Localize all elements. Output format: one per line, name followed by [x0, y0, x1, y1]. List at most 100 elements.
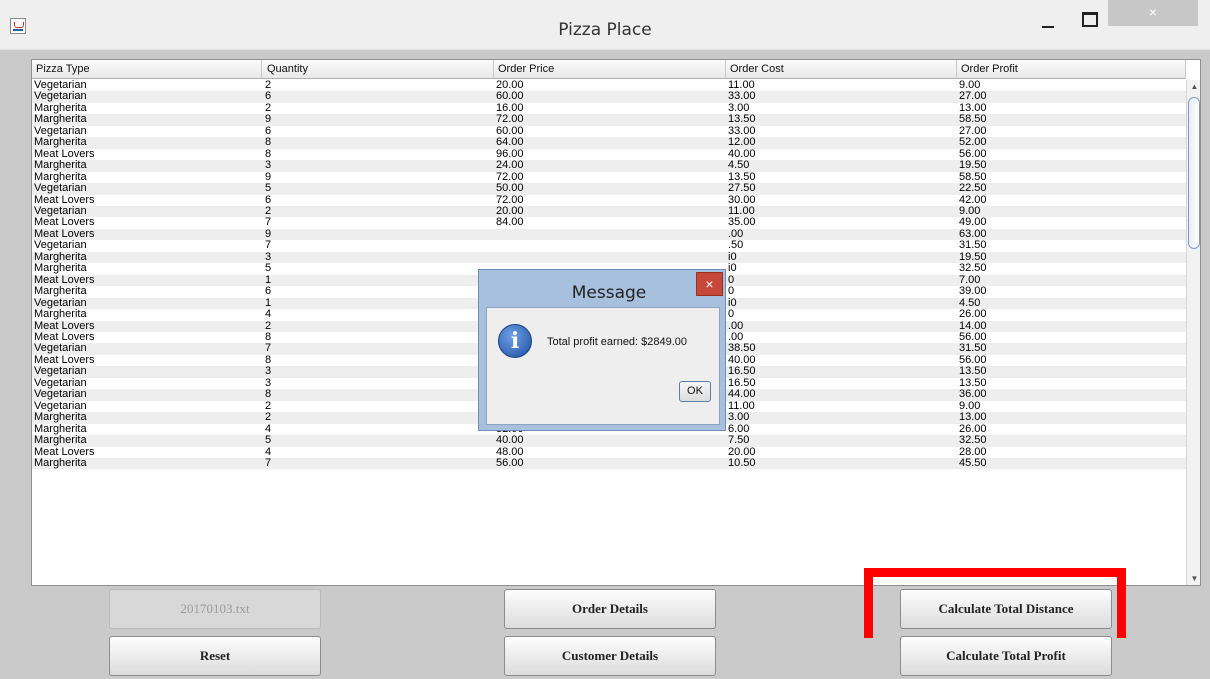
scroll-up-arrow-icon[interactable]: ▲	[1187, 80, 1200, 94]
table-row[interactable]: Vegetarian 5 50.00 27.50 22.50	[32, 183, 1186, 195]
quantity-cell: 3	[265, 251, 272, 263]
order-price-cell	[494, 229, 726, 240]
order-profit-cell: 58.50	[959, 171, 987, 183]
column-header-pizza-type[interactable]: Pizza Type	[32, 60, 262, 79]
order-price-cell: 48.00	[496, 446, 524, 458]
vertical-scrollbar[interactable]: ▲ ▼	[1186, 80, 1200, 585]
order-cost-cell: 16.50	[728, 366, 756, 378]
info-icon: i	[498, 324, 532, 358]
pizza-type-cell: Meat Lovers	[34, 274, 95, 286]
reset-button[interactable]: Reset	[109, 636, 321, 676]
message-dialog: Message × i Total profit earned: $2849.0…	[478, 269, 726, 431]
order-cost-cell: 44.00	[728, 389, 756, 401]
pizza-type-cell: Vegetarian	[34, 389, 87, 401]
order-cost-cell: .00	[728, 320, 744, 332]
quantity-cell: 6	[265, 286, 272, 298]
table-row[interactable]: Margherita 9 72.00 13.50 58.50	[32, 114, 1186, 126]
order-profit-cell: 32.50	[959, 263, 987, 275]
table-row[interactable]: Margherita 9 72.00 13.50 58.50	[32, 172, 1186, 183]
order-profit-cell: 52.00	[959, 137, 987, 149]
order-profit-cell: 27.00	[959, 91, 987, 103]
window-title: Pizza Place	[558, 20, 652, 40]
order-cost-cell: i0	[728, 263, 737, 275]
order-profit-cell: 56.00	[959, 331, 987, 343]
column-header-order-profit[interactable]: Order Profit	[957, 60, 1186, 79]
order-profit-cell: 32.50	[959, 435, 987, 447]
order-price-cell: 20.00	[496, 205, 524, 217]
scrollbar-thumb[interactable]	[1188, 97, 1200, 249]
file-name-button: 20170103.txt	[109, 589, 321, 629]
pizza-type-cell: Margherita	[34, 309, 87, 321]
quantity-cell: 8	[265, 137, 272, 149]
pizza-type-cell: Margherita	[34, 457, 87, 469]
table-row[interactable]: Margherita 2 16.00 3.00 13.00	[32, 103, 1186, 114]
quantity-cell: 7	[265, 240, 272, 252]
maximize-icon[interactable]	[1072, 4, 1102, 30]
order-profit-cell: 14.00	[959, 320, 987, 332]
column-header-quantity[interactable]: Quantity	[263, 60, 494, 79]
quantity-cell: 8	[265, 148, 272, 160]
order-price-cell: 60.00	[496, 125, 524, 137]
order-cost-cell: 11.00	[728, 400, 755, 412]
pizza-type-cell: Margherita	[34, 171, 87, 183]
table-row[interactable]: Meat Lovers 9 .00 63.00	[32, 228, 1186, 241]
table-row[interactable]: Margherita 3 i0 19.50	[32, 251, 1186, 264]
table-row[interactable]: Meat Lovers 6 72.00 30.00 42.00	[32, 195, 1186, 206]
order-price-cell: 56.00	[496, 457, 524, 469]
table-row[interactable]: Margherita 8 64.00 12.00 52.00	[32, 137, 1186, 149]
quantity-cell: 8	[265, 389, 272, 401]
pizza-type-cell: Meat Lovers	[34, 148, 95, 160]
order-profit-cell: 63.00	[959, 228, 987, 240]
minimize-icon[interactable]	[1032, 4, 1062, 30]
table-row[interactable]: Vegetarian 2 20.00 11.00 9.00	[32, 205, 1186, 218]
quantity-cell: 2	[265, 80, 272, 91]
pizza-type-cell: Meat Lovers	[34, 217, 95, 229]
pizza-type-cell: Margherita	[34, 114, 87, 126]
table-row[interactable]: Vegetarian 6 60.00 33.00 27.00	[32, 91, 1186, 103]
table-row[interactable]: Meat Lovers 4 48.00 20.00 28.00	[32, 447, 1186, 458]
table-row[interactable]: Vegetarian 2 20.00 11.00 9.00	[32, 80, 1186, 91]
ok-button[interactable]: OK	[679, 381, 711, 402]
pizza-type-cell: Margherita	[34, 423, 87, 435]
quantity-cell: 4	[265, 446, 272, 458]
window-close-button[interactable]: ×	[1108, 0, 1198, 26]
order-cost-cell: 13.50	[728, 171, 756, 183]
quantity-cell: 3	[265, 366, 272, 378]
customer-details-button[interactable]: Customer Details	[504, 636, 716, 676]
pizza-type-cell: Margherita	[34, 137, 87, 149]
order-price-cell: 72.00	[496, 194, 524, 206]
pizza-type-cell: Vegetarian	[34, 297, 87, 309]
pizza-type-cell: Margherita	[34, 102, 87, 114]
quantity-cell: 3	[265, 377, 272, 389]
order-cost-cell: .00	[728, 331, 744, 343]
order-profit-cell: 49.00	[959, 217, 987, 229]
column-header-order-price[interactable]: Order Price	[494, 60, 726, 79]
pizza-type-cell: Vegetarian	[34, 205, 87, 217]
dialog-message: Total profit earned: $2849.00	[547, 336, 688, 348]
calculate-total-profit-button[interactable]: Calculate Total Profit	[900, 636, 1112, 676]
table-row[interactable]: Meat Lovers 7 84.00 35.00 49.00	[32, 217, 1186, 228]
table-row[interactable]: Margherita 3 24.00 4.50 19.50	[32, 160, 1186, 172]
quantity-cell: 2	[265, 205, 272, 217]
order-cost-cell: 3.00	[728, 102, 750, 114]
quantity-cell: 9	[265, 171, 272, 183]
order-details-button[interactable]: Order Details	[504, 589, 716, 629]
order-profit-cell: 22.50	[959, 183, 987, 195]
quantity-cell: 8	[265, 331, 272, 343]
table-row[interactable]: Vegetarian 7 .50 31.50	[32, 240, 1186, 251]
order-cost-cell: 7.50	[728, 435, 750, 447]
order-price-cell: 84.00	[496, 217, 524, 229]
quantity-cell: 8	[265, 354, 272, 366]
table-row[interactable]: Margherita 5 40.00 7.50 32.50	[32, 435, 1186, 447]
pizza-type-cell: Meat Lovers	[34, 354, 95, 366]
scroll-down-arrow-icon[interactable]: ▼	[1187, 572, 1200, 585]
order-profit-cell: 45.50	[959, 457, 987, 469]
pizza-type-cell: Margherita	[34, 286, 87, 298]
dialog-close-button[interactable]: ×	[696, 272, 723, 296]
order-cost-cell: 0	[728, 286, 735, 298]
column-header-order-cost[interactable]: Order Cost	[726, 60, 957, 79]
table-row[interactable]: Margherita 7 56.00 10.50 45.50	[32, 457, 1186, 470]
table-row[interactable]: Meat Lovers 8 96.00 40.00 56.00	[32, 149, 1186, 160]
table-row[interactable]: Vegetarian 6 60.00 33.00 27.00	[32, 126, 1186, 137]
quantity-cell: 6	[265, 91, 272, 103]
